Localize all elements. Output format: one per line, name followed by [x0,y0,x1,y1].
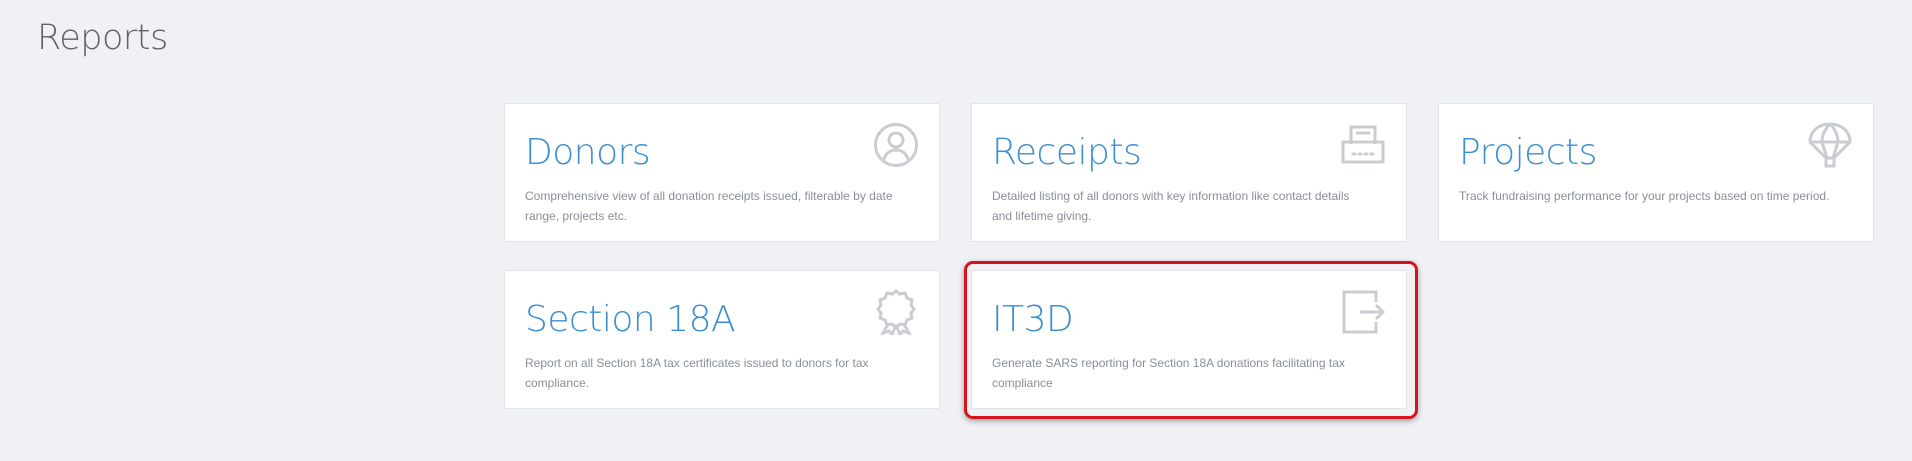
report-card-receipts[interactable]: Receipts Detailed listing of all donors … [971,103,1407,242]
report-card-it3d[interactable]: IT3D Generate SARS reporting for Section… [971,270,1407,409]
card-title: Donors [525,132,651,173]
card-description: Detailed listing of all donors with key … [992,189,1350,223]
card-title: Projects [1459,132,1597,173]
export-icon [1340,289,1386,335]
card-description: Generate SARS reporting for Section 18A … [992,356,1345,390]
report-card-section-18a[interactable]: Section 18A Report on all Section 18A ta… [504,270,940,409]
card-title: Section 18A [525,299,736,340]
user-circle-icon [873,122,919,168]
award-badge-icon [873,289,919,335]
card-title: IT3D [992,299,1074,340]
page-title: Reports [37,18,168,58]
printer-receipt-icon [1340,122,1386,168]
reports-page: Reports Donors Comprehensive view of all… [0,0,1912,461]
parachute-icon [1807,122,1853,168]
card-description: Track fundraising performance for your p… [1459,189,1830,203]
card-title: Receipts [992,132,1142,173]
card-description: Comprehensive view of all donation recei… [525,189,893,223]
report-card-donors[interactable]: Donors Comprehensive view of all donatio… [504,103,940,242]
report-card-projects[interactable]: Projects Track fundraising performance f… [1438,103,1874,242]
card-description: Report on all Section 18A tax certificat… [525,356,869,390]
